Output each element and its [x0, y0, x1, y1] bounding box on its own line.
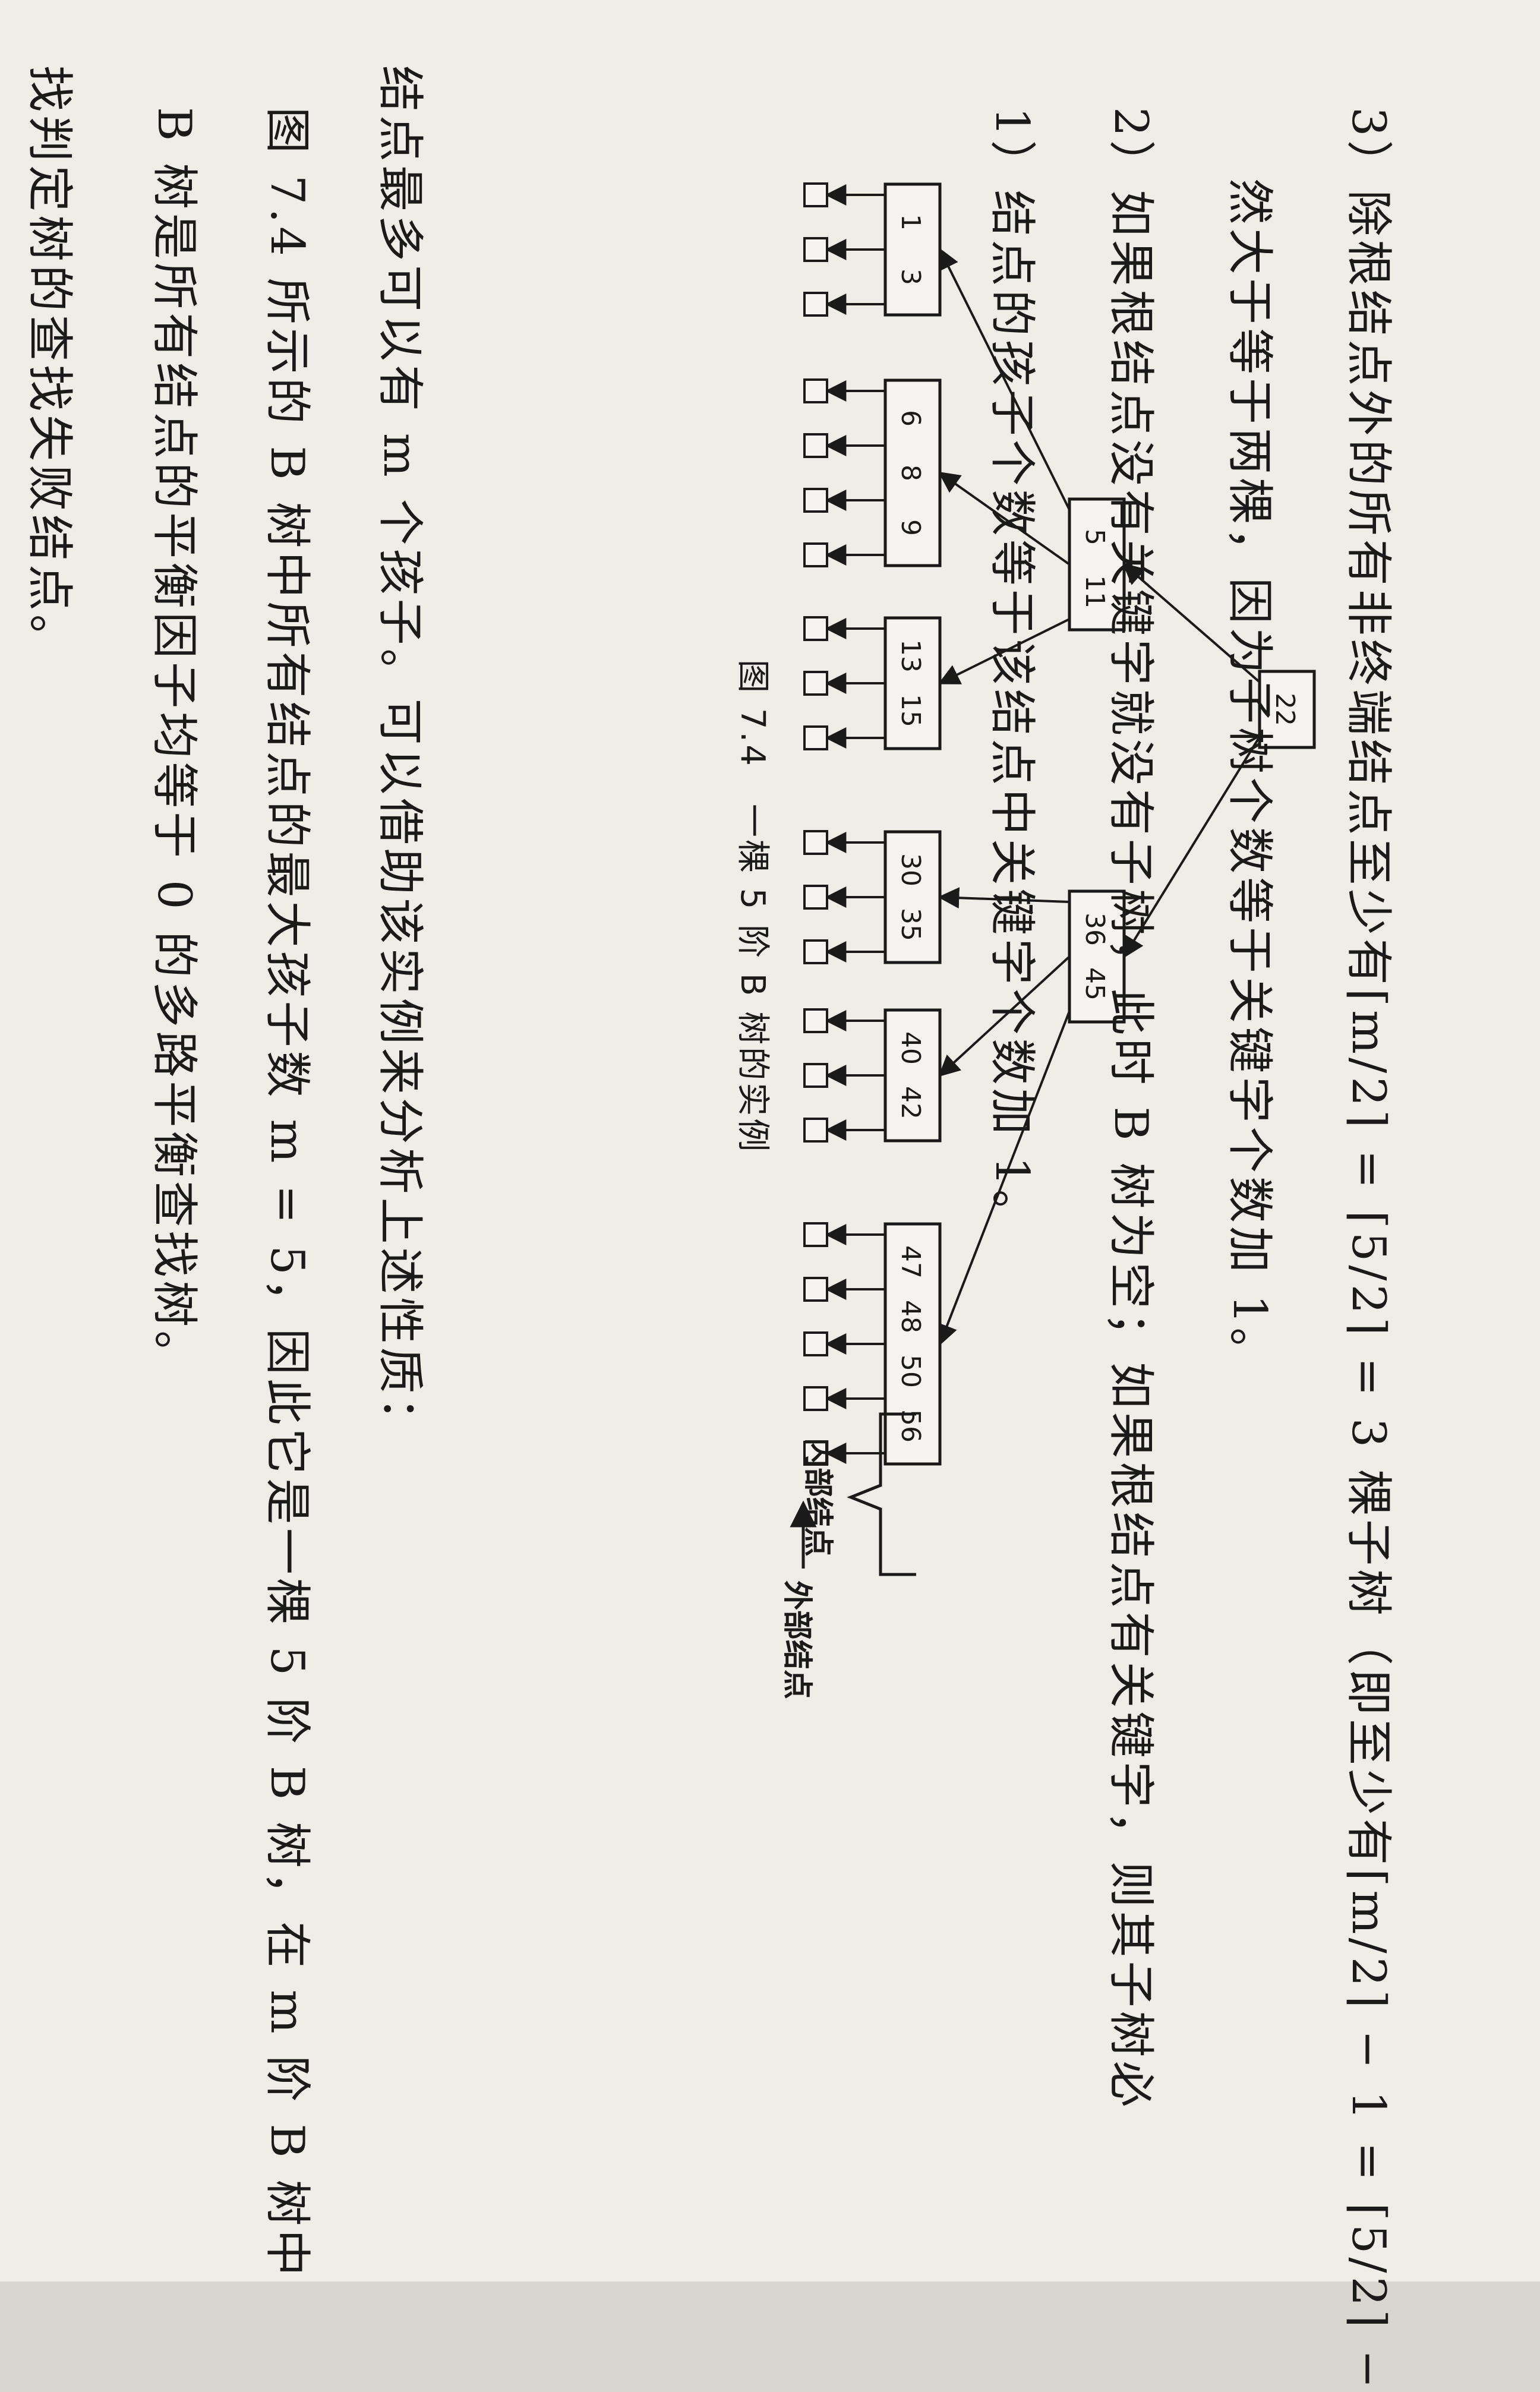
external-node — [803, 1277, 828, 1302]
node-key: 40 — [895, 1031, 926, 1065]
list-item-2: 2）如果根结点没有关键字就没有子树，此时 B 树为空；如果根结点有关键字，则其子… — [1104, 107, 1157, 2111]
external-node — [803, 1118, 828, 1143]
leaf-node-1: 13 — [883, 182, 942, 317]
node-key: 3 — [895, 269, 926, 285]
external-node — [803, 939, 828, 964]
external-node — [803, 885, 828, 910]
node-key: 9 — [895, 519, 926, 536]
internal-nodes-label: 内部结点 — [801, 1438, 835, 1557]
node-box — [883, 830, 942, 964]
external-node — [803, 671, 828, 696]
external-node — [803, 616, 828, 641]
external-node — [803, 1386, 828, 1411]
external-node — [803, 378, 828, 403]
node-key: 42 — [895, 1086, 926, 1119]
node-key: 8 — [895, 465, 926, 481]
node-key: 15 — [895, 694, 926, 727]
external-node — [803, 1331, 828, 1356]
node-key: 13 — [895, 639, 926, 673]
list-item-2-cont: 然大于等于两棵，因为子树个数等于关键字个数加 1。 — [1223, 178, 1276, 1378]
external-node — [803, 488, 828, 513]
photo-frame: 找判定树的查找失败结点。 B 树是所有结点的平衡因子均等于 0 的多路平衡查找树… — [0, 0, 1540, 2392]
node-key: 1 — [895, 214, 926, 231]
external-node — [803, 1222, 828, 1247]
list-item-1: 1）结点的孩子个数等于该结点中关键字个数加 1。 — [985, 107, 1039, 1240]
external-node — [803, 725, 828, 750]
external-node — [803, 542, 828, 567]
list-item-3: 3）除根结点外的所有非终端结点至少有⌈m/2⌉ = ⌈5/2⌉ = 3 棵子树（… — [1342, 107, 1395, 2392]
node-key: 48 — [895, 1300, 926, 1333]
external-nodes-label: 外部结点 — [780, 1580, 815, 1699]
external-node — [803, 292, 828, 317]
external-node — [803, 237, 828, 262]
leaf-node-4: 30 35 — [883, 830, 942, 964]
node-box — [883, 1008, 942, 1143]
leaf-node-5: 40 42 — [883, 1008, 942, 1143]
node-box — [883, 616, 942, 750]
textbook-page: 找判定树的查找失败结点。 B 树是所有结点的平衡因子均等于 0 的多路平衡查找树… — [0, 0, 1540, 2392]
node-key: 50 — [895, 1355, 926, 1388]
node-key: 30 — [895, 853, 926, 886]
external-node — [803, 433, 828, 458]
leaf-node-3: 13 15 — [883, 616, 942, 750]
node-key: 47 — [895, 1245, 926, 1279]
node-key: 6 — [895, 410, 926, 427]
external-node — [803, 1008, 828, 1033]
external-node — [803, 182, 828, 207]
node-box — [883, 182, 942, 317]
leaf-node-6: 47485056 — [883, 1222, 942, 1466]
leaf-node-2: 6 8 9 — [883, 378, 942, 567]
external-node — [803, 1063, 828, 1088]
node-key: 35 — [895, 908, 926, 941]
external-node — [803, 830, 828, 855]
figure-caption: 图 7.4 一棵 5 阶 B 树的实例 — [733, 659, 772, 1154]
